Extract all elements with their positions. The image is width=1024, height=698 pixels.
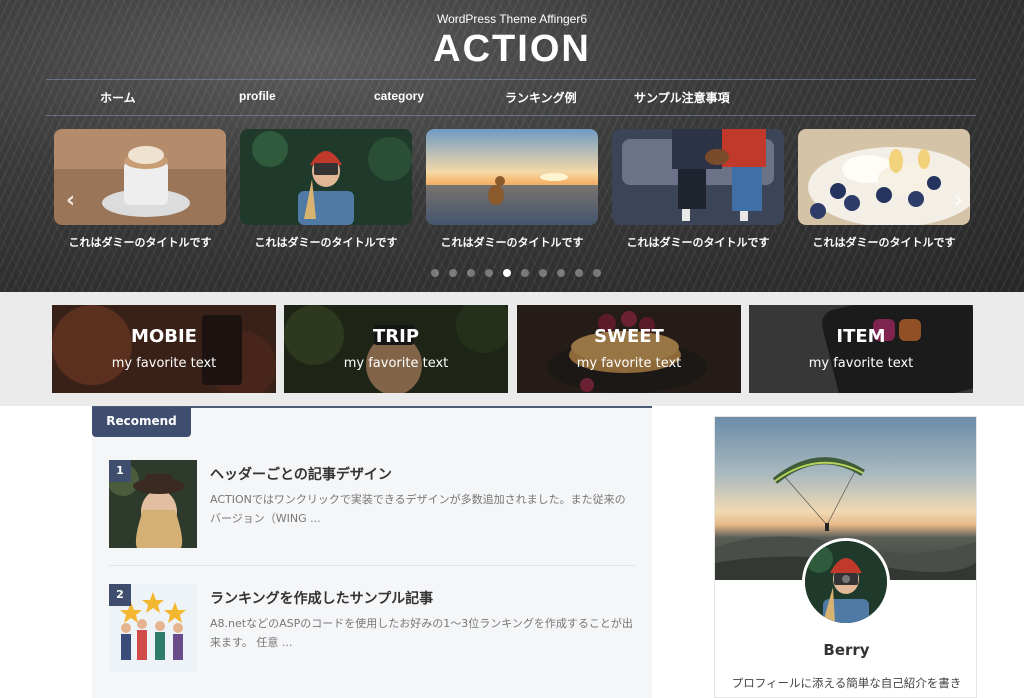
category-title: MOBIE — [131, 326, 197, 347]
slide-image[interactable] — [240, 129, 412, 225]
slider-dot[interactable] — [539, 269, 547, 277]
avatar[interactable] — [802, 538, 890, 626]
slide-image[interactable] — [798, 129, 970, 225]
item-divider — [109, 565, 635, 566]
article-excerpt: ACTIONではワンクリックで実装できるデザインが多数追加されました。また従来の… — [210, 493, 626, 525]
category-overlay — [52, 305, 276, 393]
category-overlay — [749, 305, 973, 393]
slide-caption[interactable]: これはダミーのタイトルです — [612, 234, 784, 250]
nav-divider-bottom — [46, 115, 976, 116]
rank-badge: 2 — [109, 584, 131, 606]
slider-dot[interactable] — [521, 269, 529, 277]
recommend-item[interactable]: 1 ヘッダーごとの記事デザイン ACTIONではワンクリックで実装できるデザイン… — [109, 460, 635, 550]
slider-dot[interactable] — [575, 269, 583, 277]
slide-1[interactable]: これはダミーのタイトルです — [54, 129, 226, 250]
slide-image[interactable] — [426, 129, 598, 225]
slider-dot[interactable] — [593, 269, 601, 277]
recommend-item[interactable]: 2 ランキングを作成したサンプル記事 A8.netなどのASPのコードを使用した… — [109, 584, 635, 674]
profile-name: Berry — [823, 641, 870, 659]
profile-card: Berry プロフィールに添える簡単な自己紹介を書き — [714, 416, 977, 698]
slider-dot[interactable] — [557, 269, 565, 277]
nav-item-home[interactable]: ホーム — [100, 89, 136, 106]
slider-dot[interactable] — [503, 269, 511, 277]
slide-4[interactable]: これはダミーのタイトルです — [612, 129, 784, 250]
main-nav: ホーム profile category ランキング例 サンプル注意事項 — [46, 80, 976, 115]
recommend-tab: Recomend — [92, 407, 191, 437]
category-overlay — [284, 305, 508, 393]
slider-dot[interactable] — [449, 269, 457, 277]
category-band: MOBIE my favorite text TRIP my favorite … — [0, 292, 1024, 406]
recommend-section: Recomend 1 ヘッダーごとの記事デザイン ACTIONではワンクリックで… — [92, 406, 652, 698]
category-card-sweet[interactable]: SWEET my favorite text — [517, 305, 741, 393]
slide-2[interactable]: これはダミーのタイトルです — [240, 129, 412, 250]
article-title[interactable]: ランキングを作成したサンプル記事 — [210, 588, 433, 608]
nav-item-profile[interactable]: profile — [239, 89, 276, 103]
slide-3[interactable]: これはダミーのタイトルです — [426, 129, 598, 250]
article-title[interactable]: ヘッダーごとの記事デザイン — [210, 464, 392, 484]
category-title: TRIP — [372, 326, 420, 347]
slide-5[interactable]: これはダミーのタイトルです — [798, 129, 970, 250]
nav-item-ranking[interactable]: ランキング例 — [505, 89, 577, 106]
article-excerpt: A8.netなどのASPのコードを使用したお好みの1～3位ランキングを作成するこ… — [210, 617, 633, 649]
category-subtitle: my favorite text — [576, 356, 682, 371]
slide-caption[interactable]: これはダミーのタイトルです — [798, 234, 970, 250]
slider-prev-icon[interactable]: ‹ — [66, 188, 75, 213]
category-title: SWEET — [594, 326, 664, 347]
slider-dot[interactable] — [431, 269, 439, 277]
site-header: WordPress Theme Affinger6 ACTION ホーム pro… — [0, 0, 1024, 292]
slide-image[interactable] — [54, 129, 226, 225]
site-tagline: WordPress Theme Affinger6 — [436, 12, 588, 26]
slider-dot[interactable] — [485, 269, 493, 277]
profile-bio: プロフィールに添える簡単な自己紹介を書き — [731, 676, 962, 690]
category-subtitle: my favorite text — [343, 356, 449, 371]
slider-next-icon[interactable]: › — [954, 188, 963, 213]
nav-item-category[interactable]: category — [374, 89, 424, 103]
category-card-item[interactable]: ITEM my favorite text — [749, 305, 973, 393]
category-subtitle: my favorite text — [808, 356, 914, 371]
slide-caption[interactable]: これはダミーのタイトルです — [240, 234, 412, 250]
site-logo[interactable]: ACTION — [0, 28, 1024, 71]
category-subtitle: my favorite text — [111, 356, 217, 371]
rank-badge: 1 — [109, 460, 131, 482]
slide-caption[interactable]: これはダミーのタイトルです — [426, 234, 598, 250]
category-overlay — [517, 305, 741, 393]
nav-item-notes[interactable]: サンプル注意事項 — [634, 89, 730, 106]
category-title: ITEM — [836, 326, 886, 347]
category-card-mobie[interactable]: MOBIE my favorite text — [52, 305, 276, 393]
slide-image[interactable] — [612, 129, 784, 225]
category-card-trip[interactable]: TRIP my favorite text — [284, 305, 508, 393]
slider-dot[interactable] — [467, 269, 475, 277]
slide-caption[interactable]: これはダミーのタイトルです — [54, 234, 226, 250]
